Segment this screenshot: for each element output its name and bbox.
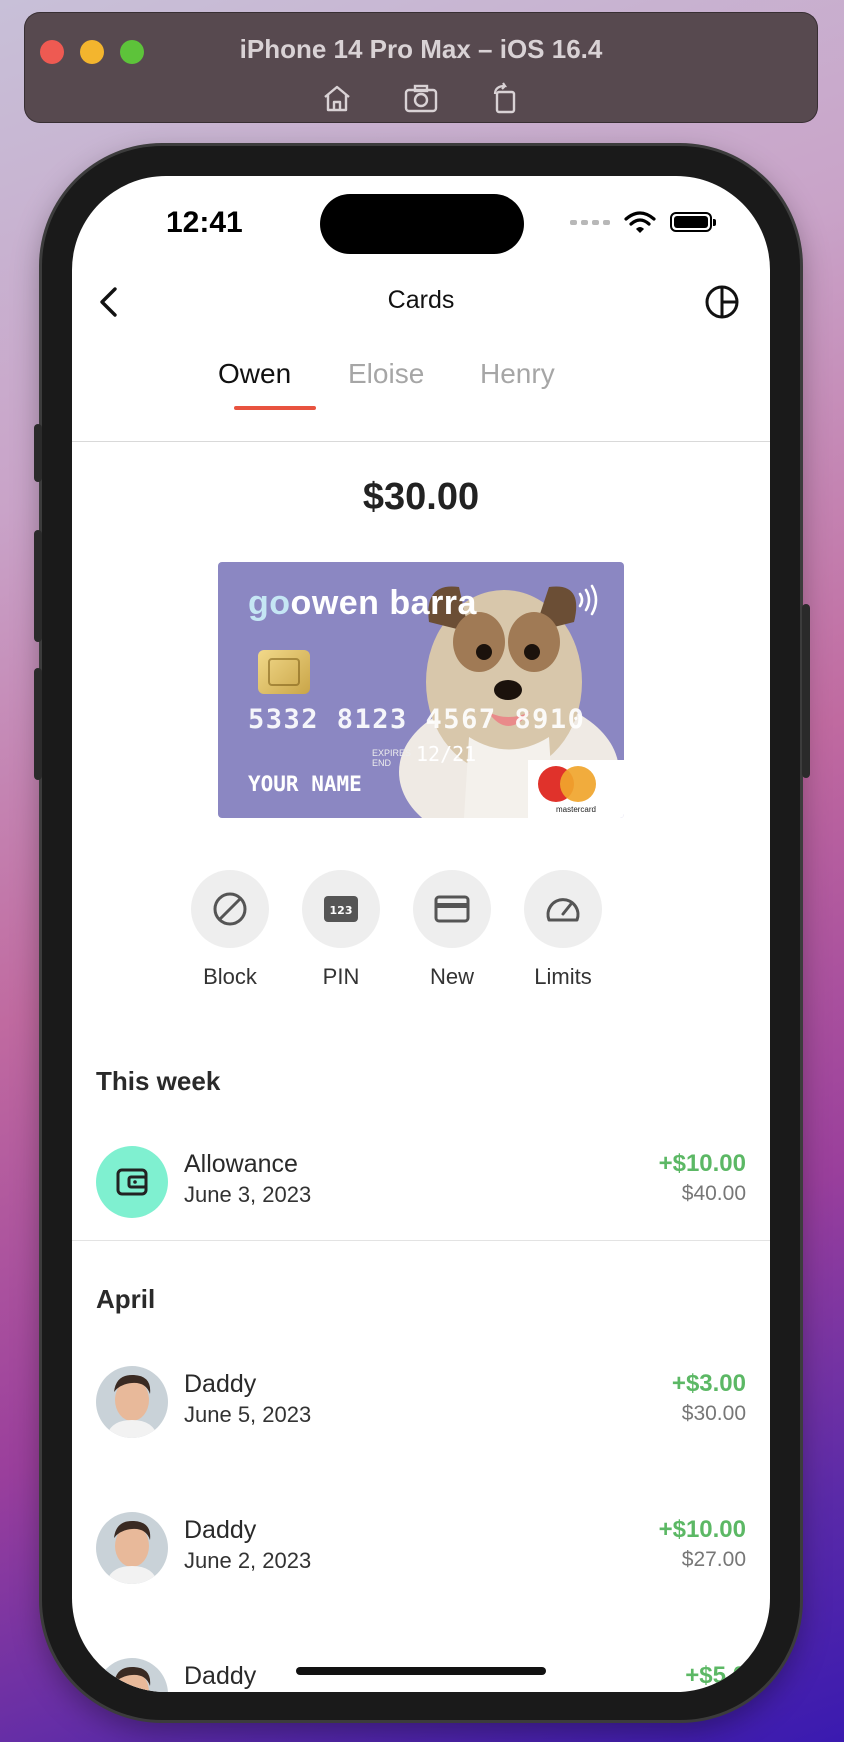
rotate-icon[interactable]	[487, 82, 523, 114]
section-divider	[72, 1240, 770, 1241]
volume-down-button	[34, 668, 42, 780]
wifi-icon	[624, 211, 656, 233]
pin-button[interactable]: 123 PIN	[296, 870, 386, 990]
transaction-row[interactable]: Allowance June 3, 2023 +$10.00 $40.00	[72, 1146, 770, 1226]
screenshot-icon[interactable]	[403, 82, 439, 114]
signal-icon	[570, 219, 610, 225]
navigation-bar: Cards	[72, 272, 770, 332]
mastercard-logo: mastercard	[528, 760, 624, 818]
speedometer-icon	[546, 898, 580, 922]
simulator-title: iPhone 14 Pro Max – iOS 16.4	[239, 34, 603, 64]
home-indicator[interactable]	[296, 1667, 546, 1675]
dynamic-island	[320, 194, 524, 254]
brand-prefix: go	[248, 584, 291, 622]
tab-henry[interactable]: Henry	[480, 358, 555, 390]
svg-text:123: 123	[330, 904, 353, 917]
tabs-divider	[72, 441, 770, 442]
page-title: Cards	[387, 286, 455, 314]
pin-icon: 123	[324, 896, 358, 922]
power-button	[802, 604, 810, 778]
mute-switch	[34, 424, 42, 482]
person-avatar	[96, 1366, 168, 1438]
card-brand: goowen barra	[248, 584, 477, 623]
card-holder-name: YOUR NAME	[248, 772, 362, 796]
card-icon	[434, 895, 470, 923]
volume-up-button	[34, 530, 42, 642]
home-icon[interactable]	[319, 82, 355, 114]
battery-icon	[670, 212, 716, 232]
limits-button[interactable]: Limits	[518, 870, 608, 990]
person-avatar	[96, 1512, 168, 1584]
transaction-row[interactable]: Daddy June 2, 2023 +$10.00 $27.00	[72, 1512, 770, 1592]
expires-label: EXPIRES END	[372, 748, 412, 768]
card-expiry: 12/21	[416, 742, 477, 766]
payment-card[interactable]: goowen barra 5332 8123 4567 8910 EXPIRES…	[218, 562, 624, 818]
card-balance: $30.00	[362, 476, 480, 518]
section-title-this-week: This week	[96, 1066, 221, 1096]
block-button[interactable]: Block	[185, 870, 275, 990]
person-tabs: Owen Eloise Henry	[72, 358, 770, 418]
simulator-toolbar: iPhone 14 Pro Max – iOS 16.4	[24, 12, 818, 123]
active-tab-indicator	[234, 406, 316, 410]
person-avatar	[96, 1658, 168, 1692]
tab-eloise[interactable]: Eloise	[348, 358, 424, 390]
block-icon	[213, 892, 247, 926]
network-label: mastercard	[555, 805, 596, 814]
app-screen: 12:41 Cards Owen Eloise Henry $30.00 goo…	[72, 176, 770, 1692]
section-title-april: April	[96, 1284, 156, 1314]
card-number: 5332 8123 4567 8910	[248, 704, 586, 735]
wallet-icon	[96, 1146, 168, 1218]
card-chip	[258, 650, 310, 694]
new-card-button[interactable]: New	[407, 870, 497, 990]
contactless-icon	[578, 584, 598, 616]
transaction-row[interactable]: Daddy June 5, 2023 +$3.00 $30.00	[72, 1366, 770, 1446]
status-time: 12:41	[166, 206, 243, 239]
tab-owen[interactable]: Owen	[218, 358, 291, 390]
card-holder-brand-name: owen barra	[290, 584, 477, 622]
transaction-row[interactable]: Daddy +$5.0	[72, 1658, 770, 1692]
pie-chart-icon[interactable]	[704, 284, 740, 320]
